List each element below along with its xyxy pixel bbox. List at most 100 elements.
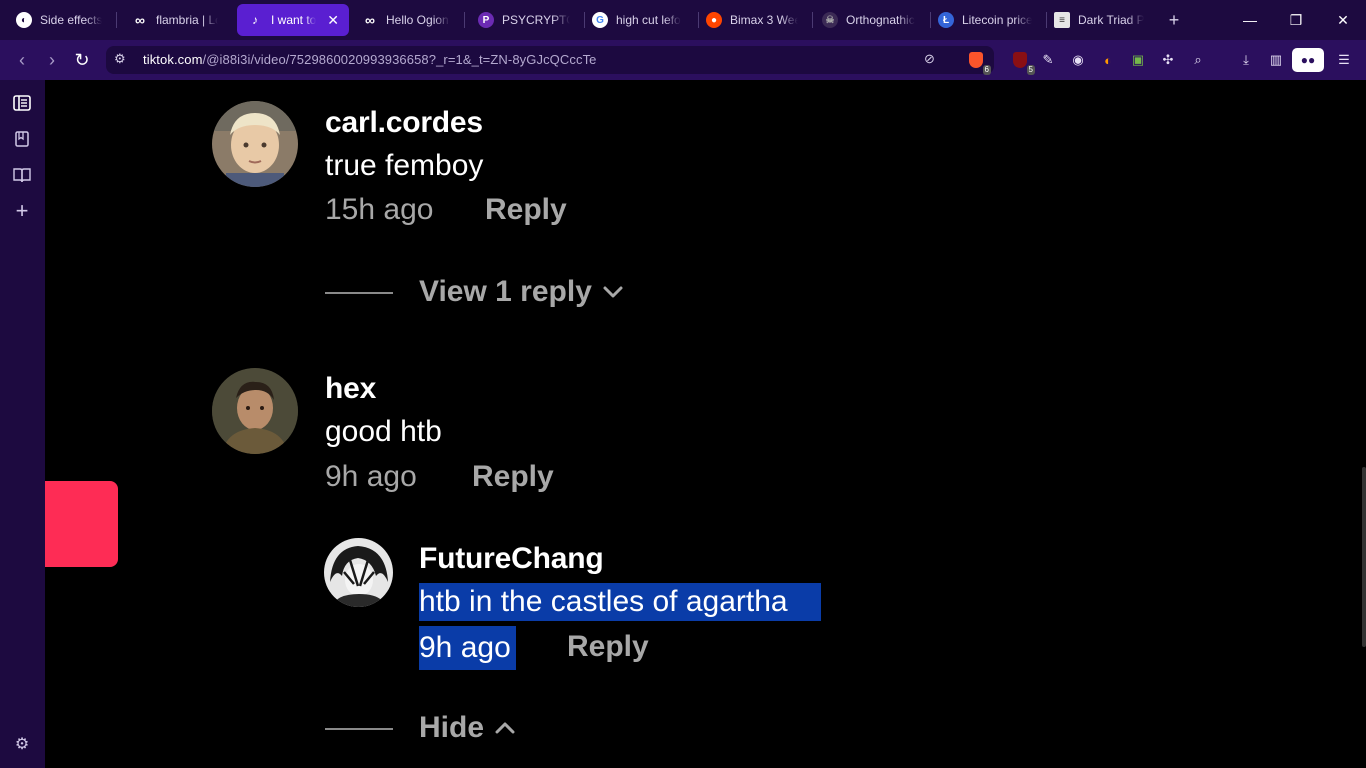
forward-button[interactable]: ›	[40, 48, 64, 72]
bookmarks-svg	[15, 131, 29, 147]
hide-label: Hide	[419, 711, 485, 744]
reply-button[interactable]: Reply	[472, 460, 554, 494]
tab-title: Dark Triad P	[1078, 13, 1144, 27]
no-media-icon[interactable]: ⊘	[924, 51, 935, 67]
comments-panel: carl.cordes true femboy 15h ago Reply Vi…	[45, 80, 1366, 768]
tab-side-effects[interactable]: ◐ Side effects of	[6, 4, 112, 36]
scrollbar[interactable]	[1362, 467, 1366, 647]
reading-list-svg	[13, 168, 31, 183]
avatar-futurechang[interactable]	[324, 538, 393, 607]
google-icon: G	[592, 12, 608, 28]
page-icon: ≡	[1054, 12, 1070, 28]
tab-divider	[464, 12, 465, 28]
tab-dark-triad[interactable]: ≡ Dark Triad P	[1044, 4, 1154, 36]
thread-divider-line	[325, 728, 393, 730]
url-domain: tiktok.com	[143, 52, 203, 67]
tab-high-cut[interactable]: G high cut lefo	[582, 4, 694, 36]
tab-divider	[116, 12, 117, 28]
ublock-count-badge: 5	[1026, 65, 1035, 75]
shield-count-badge: 6	[982, 65, 991, 75]
eyedropper-icon[interactable]: ✎	[1038, 50, 1058, 70]
reload-button[interactable]: ↻	[70, 48, 94, 72]
tab-hello-ogion[interactable]: ∞ Hello Ogion!	[352, 4, 460, 36]
skull-icon: ☠	[822, 12, 838, 28]
dark-mode-icon[interactable]: ◐	[1098, 50, 1118, 70]
reading-list-icon[interactable]	[12, 165, 32, 185]
close-window-button[interactable]: ✕	[1331, 8, 1355, 32]
tab-title: high cut lefo	[616, 13, 681, 27]
tab-litecoin[interactable]: Ł Litecoin price	[928, 4, 1042, 36]
avatar-image	[212, 368, 298, 454]
url-text[interactable]: tiktok.com/@i88i3i/video/752986002099393…	[143, 52, 597, 67]
profile-icon[interactable]: ●●	[1292, 48, 1324, 72]
tab-psycrypto[interactable]: P PSYCRYPTO	[468, 4, 580, 36]
litecoin-icon: Ł	[938, 12, 954, 28]
infinity-icon: ∞	[135, 12, 145, 28]
tab-title: PSYCRYPTO	[502, 13, 570, 27]
new-tab-button[interactable]: +	[1164, 8, 1184, 32]
avatar-image	[212, 101, 298, 187]
comment-text: good htb	[325, 415, 442, 448]
tab-bimax[interactable]: ● Bimax 3 Wee	[696, 4, 808, 36]
left-sidebar: + ⚙	[0, 80, 45, 768]
restore-button[interactable]: ❐	[1284, 8, 1308, 32]
tab-title: flambria | Lo	[156, 13, 218, 27]
tab-title: Side effects of	[40, 13, 102, 27]
minimize-button[interactable]: —	[1238, 8, 1262, 32]
reply-button[interactable]: Reply	[567, 630, 649, 664]
extension-eyes-icon[interactable]: ◉	[1068, 50, 1088, 70]
infinity-icon: ∞	[365, 12, 375, 28]
tab-title: Orthognathic	[846, 13, 915, 27]
back-button[interactable]: ‹	[10, 48, 34, 72]
reply-text: htb in the castles of agartha	[419, 583, 821, 621]
address-bar[interactable]: ⚙ tiktok.com/@i88i3i/video/7529860020993…	[106, 46, 994, 74]
tiktok-icon: ♪	[252, 13, 258, 27]
avatar-carl-cordes[interactable]	[212, 101, 298, 187]
comment-username[interactable]: carl.cordes	[325, 106, 483, 140]
glasses-extension-icon[interactable]: ▣	[1128, 50, 1148, 70]
tab-tiktok-active[interactable]: ♪ I want to ✕	[237, 4, 349, 36]
brave-lion-shape	[969, 52, 983, 68]
tab-title: I want to	[271, 13, 317, 27]
ublock-shield-shape	[1013, 52, 1027, 68]
tiktok-floating-button[interactable]	[45, 481, 118, 567]
chevron-up-icon	[495, 722, 515, 734]
sidebar-toggle-icon[interactable]: ▥	[1266, 50, 1286, 70]
menu-icon[interactable]: ☰	[1334, 50, 1354, 70]
avatar-hex[interactable]	[212, 368, 298, 454]
tab-orthognathic[interactable]: ☠ Orthognathic	[812, 4, 926, 36]
reddit-icon: ●	[706, 12, 722, 28]
tab-strip: ◐ Side effects of ∞ flambria | Lo ♪ I wa…	[0, 0, 1366, 40]
reader-search-icon[interactable]: ⌕	[1188, 50, 1208, 70]
thread-divider-line	[325, 292, 393, 294]
url-path: /@i88i3i/video/7529860020993936658?_r=1&…	[202, 52, 597, 67]
comment-text: true femboy	[325, 149, 484, 182]
browser-toolbar: ‹ › ↻ ⚙ tiktok.com/@i88i3i/video/7529860…	[0, 40, 1366, 80]
portal-icon: ◐	[16, 12, 32, 28]
comment-time: 9h ago	[325, 460, 417, 493]
close-tab-icon[interactable]: ✕	[327, 12, 339, 29]
sidebar-panel-svg	[13, 95, 31, 111]
psycrypto-icon: P	[478, 12, 494, 28]
download-icon[interactable]: ⤓	[1236, 50, 1256, 70]
tab-title: Bimax 3 Wee	[730, 13, 798, 27]
view-replies-label: View 1 reply	[419, 275, 592, 308]
add-panel-icon[interactable]: +	[12, 198, 32, 223]
brave-shields-icon[interactable]: 6	[966, 50, 991, 75]
puzzle-icon[interactable]: ✣	[1158, 50, 1178, 70]
sidebar-panel-icon[interactable]	[12, 93, 32, 113]
reply-username[interactable]: FutureChang	[419, 542, 604, 576]
hide-replies-button[interactable]: Hide	[419, 711, 516, 745]
tab-flambria[interactable]: ∞ flambria | Lo	[122, 4, 228, 36]
view-replies-button[interactable]: View 1 reply	[419, 275, 624, 309]
comment-time: 15h ago	[325, 193, 434, 226]
bookmarks-icon[interactable]	[12, 129, 32, 149]
ublock-icon[interactable]: 5	[1010, 50, 1035, 75]
site-settings-icon[interactable]: ⚙	[114, 51, 126, 67]
settings-gear-icon[interactable]: ⚙	[12, 734, 32, 754]
comment-username[interactable]: hex	[325, 372, 376, 406]
tab-title: Litecoin price	[962, 13, 1032, 27]
reply-time: 9h ago	[419, 626, 516, 670]
chevron-down-icon	[603, 286, 623, 298]
reply-button[interactable]: Reply	[485, 193, 567, 227]
